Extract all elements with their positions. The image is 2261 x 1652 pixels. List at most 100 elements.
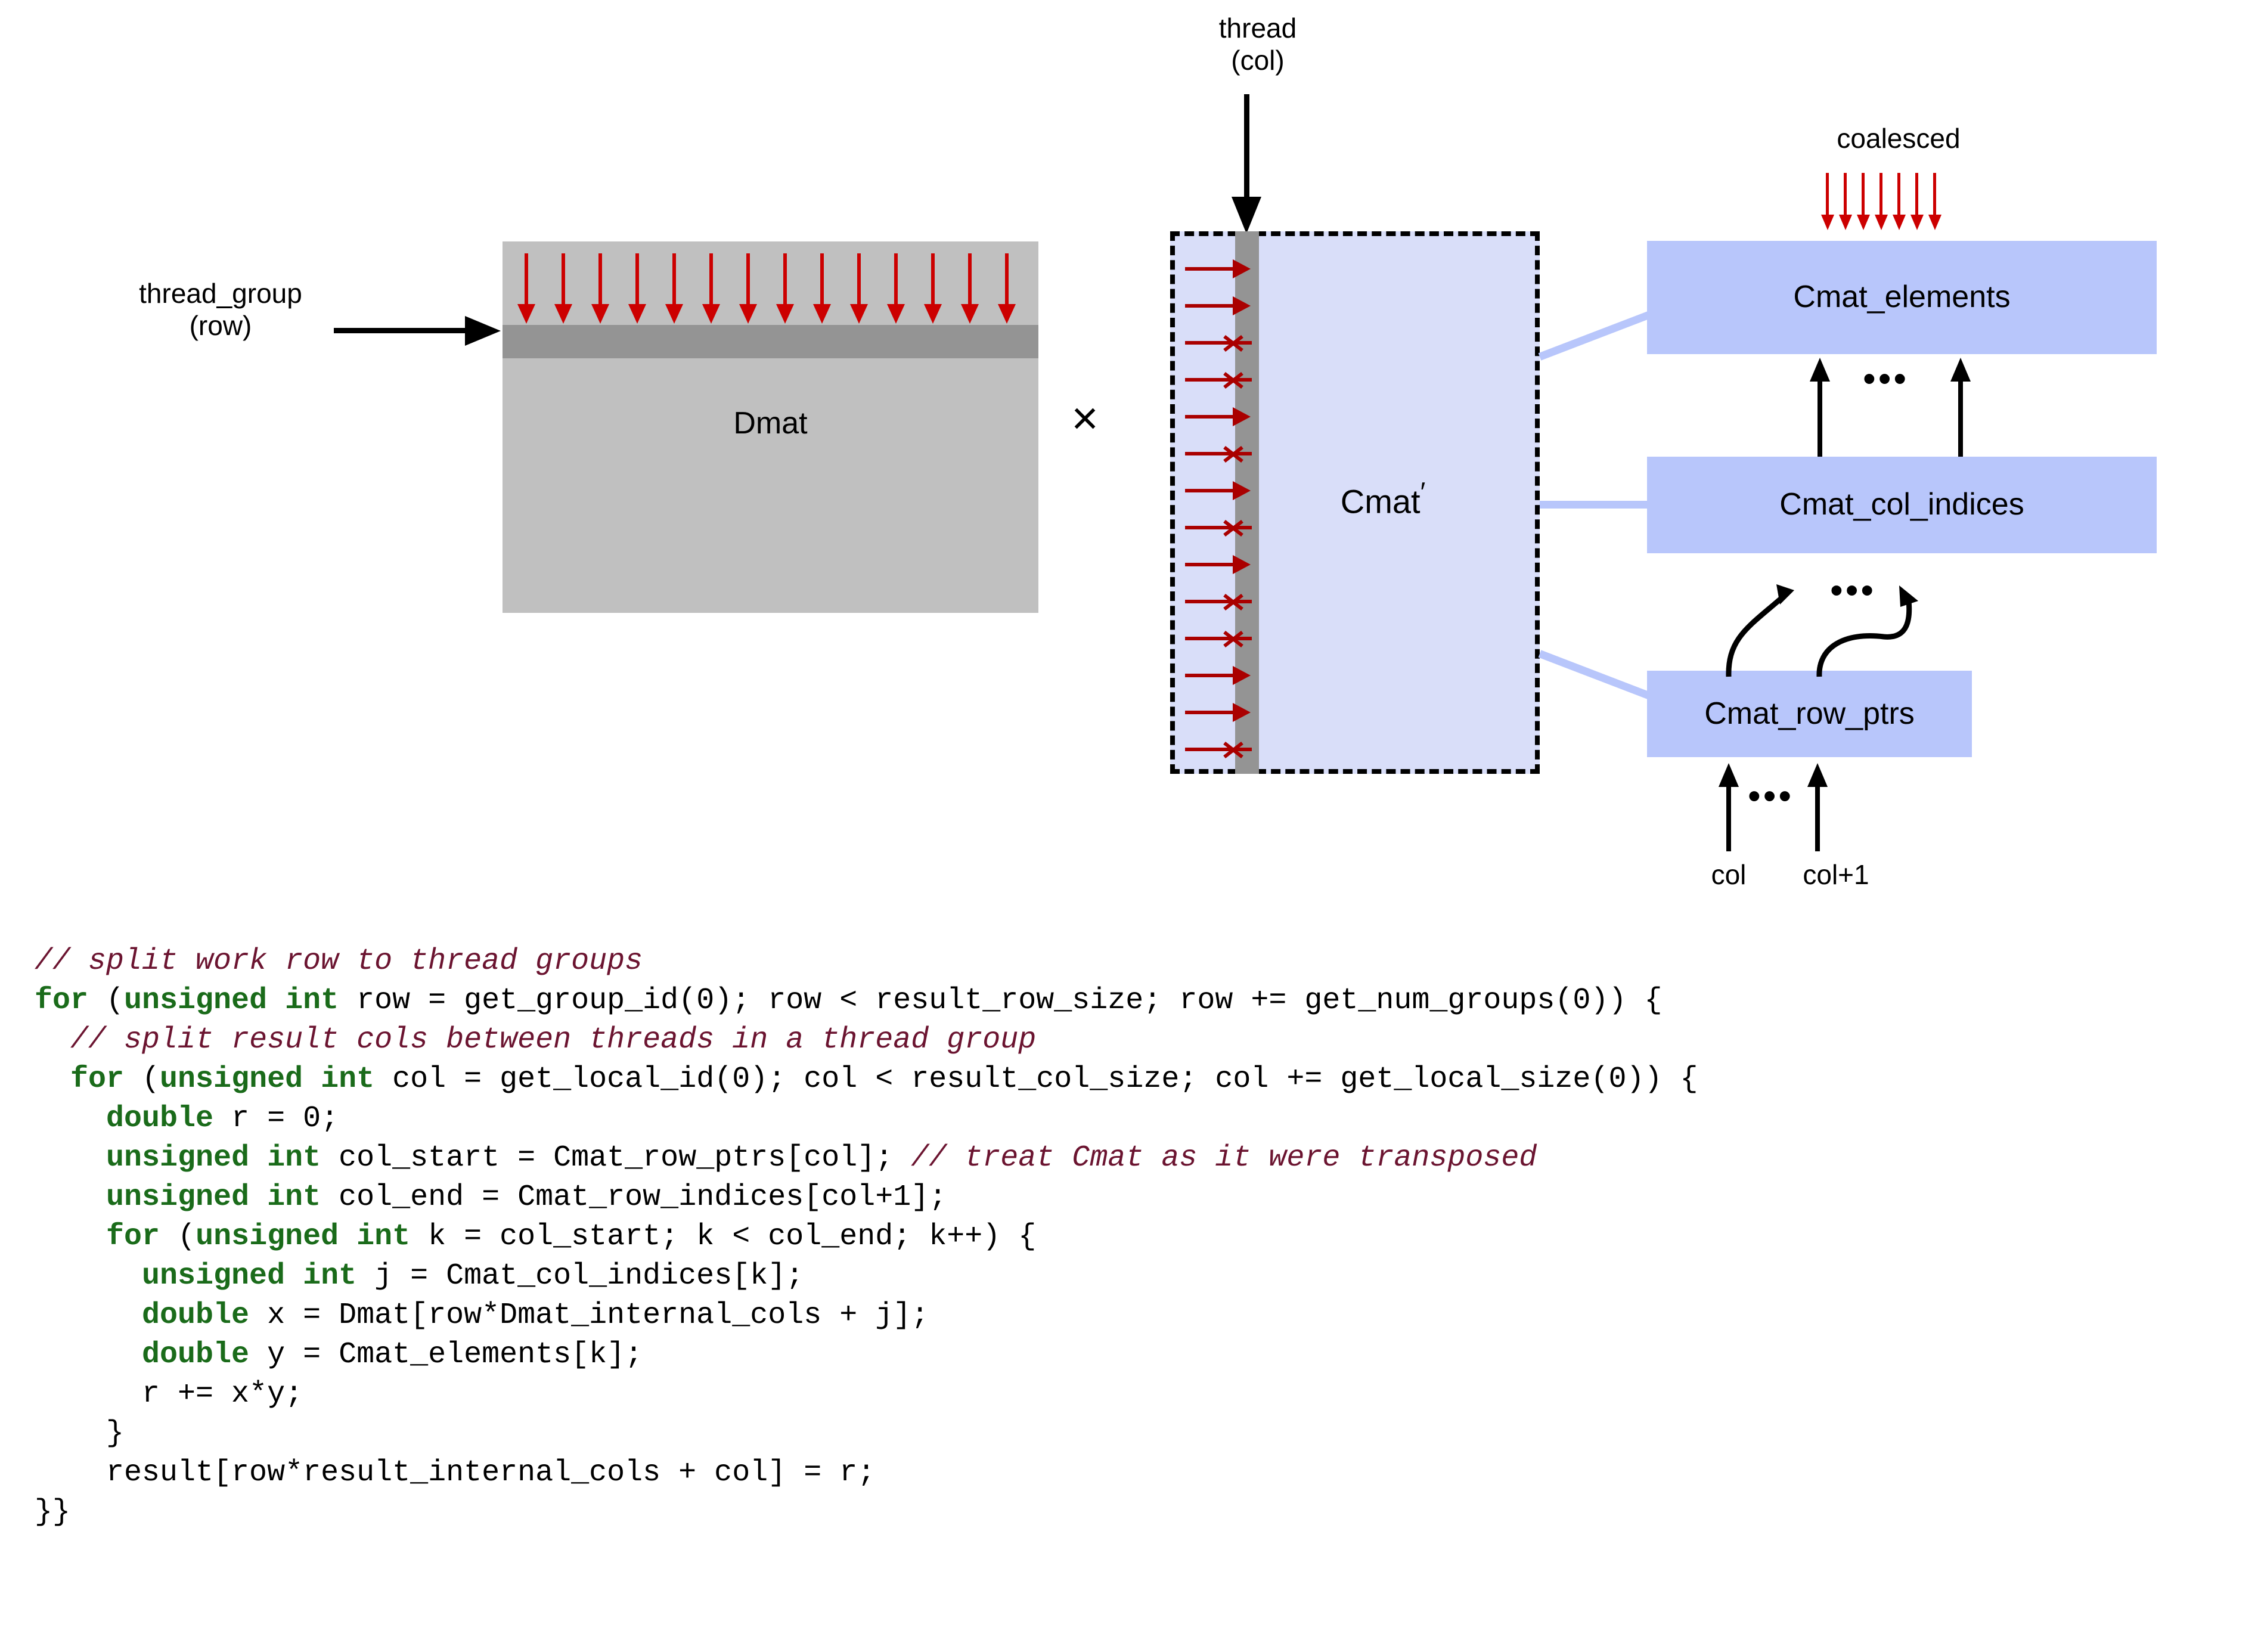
code-line: result[row*result_internal_cols + col] =… [35,1453,2240,1493]
code-keyword: double [106,1102,214,1136]
dmat-arrow-shaft [672,253,676,304]
box-cmat-row-ptrs-label: Cmat_row_ptrs [1704,696,1915,731]
arrow-colplus1-head [1807,763,1828,787]
code-text: ( [88,984,125,1018]
cmat-access-x-mark [1222,738,1245,761]
dmat-arrow-head [665,304,683,324]
connector-elements [1538,309,1655,361]
code-keyword: double [142,1338,250,1372]
dmat-arrow-head [702,304,720,324]
code-line: for (unsigned int col = get_local_id(0);… [35,1060,2240,1099]
dmat-arrow-head [739,304,757,324]
box-cmat-elements-label: Cmat_elements [1793,280,2011,315]
coalesced-arrow-head [1839,215,1852,230]
ellipsis-elements: ••• [1863,358,1909,399]
code-text: } [35,1417,125,1450]
box-cmat-col-indices-label: Cmat_col_indices [1779,487,2024,522]
coalesced-arrow-head [1875,215,1888,230]
code-line: } [35,1414,2240,1453]
cmat-access-x-mark [1222,590,1245,613]
coalesced-arrow-head [1928,215,1941,230]
code-keyword: for [106,1220,160,1254]
cmat-access-x-mark [1222,627,1245,650]
cmat-access-line [1185,711,1235,714]
code-line: }} [35,1493,2240,1532]
dmat-arrow-shaft [525,253,528,304]
code-keyword: unsigned int [160,1062,375,1096]
coalesced-label: coalesced [1837,123,1961,154]
arrow-colind-to-elements-left-shaft [1818,382,1822,457]
thread-group-label: thread_group (row) [139,278,302,342]
code-line: // split work row to thread groups [35,942,2240,981]
code-text: r = 0; [213,1102,339,1136]
cmat-access-line [1185,489,1235,492]
arrow-col-head [1719,763,1739,787]
dmat-arrow-shaft [968,253,972,304]
dmat-arrow-shaft [562,253,565,304]
dmat-arrow-shaft [598,253,602,304]
dmat-arrow-head [924,304,942,324]
dmat-arrow-shaft [709,253,713,304]
coalesced-arrow-head [1821,215,1834,230]
coalesced-arrow-shaft [1879,173,1882,215]
code-line: unsigned int j = Cmat_col_indices[k]; [35,1257,2240,1296]
dmat-arrow-shaft [857,253,861,304]
code-text: j = Cmat_col_indices[k]; [356,1259,804,1293]
code-line: double r = 0; [35,1099,2240,1139]
cmat-label: Cmat′ [1258,476,1508,522]
dmat-arrow-head [961,304,979,324]
code-keyword: unsigned int [196,1220,411,1254]
dmat-arrow-head [998,304,1016,324]
multiply-symbol: × [1071,392,1099,444]
dmat-arrow-head [776,304,794,324]
arrow-colplus1-shaft [1815,787,1820,851]
code-block: // split work row to thread groups for (u… [35,942,2240,1532]
arrow-col-shaft [1726,787,1731,851]
cmat-access-arrow-head [1233,296,1251,315]
dmat-label: Dmat [733,406,808,441]
dmat-arrow-shaft [635,253,639,304]
cmat-access-x-mark [1222,331,1245,354]
coalesced-arrow-shaft [1915,173,1918,215]
coalesced-arrow-head [1893,215,1906,230]
arrow-colind-to-elements-right-shaft [1958,382,1963,457]
code-line: double x = Dmat[row*Dmat_internal_cols +… [35,1296,2240,1335]
code-text: ( [160,1220,196,1254]
coalesced-arrow-head [1857,215,1870,230]
box-cmat-col-indices: Cmat_col_indices [1647,457,2157,553]
thread-col-label: thread (col) [1218,13,1297,76]
cmat-access-line [1185,563,1235,566]
dmat-arrow-head [813,304,831,324]
cmat-access-arrow-head [1233,703,1251,722]
coalesced-arrow-head [1910,215,1924,230]
code-keyword: unsigned int [142,1259,357,1293]
dmat-arrow-head [591,304,609,324]
cmat-access-arrow-head [1233,555,1251,574]
index-label-col-plus-1: col+1 [1803,859,1869,890]
code-text: y = Cmat_elements[k]; [249,1338,643,1372]
cmat-access-line [1185,304,1235,308]
cmat-access-line [1185,267,1235,271]
cmat-prime-mark: ′ [1420,476,1426,507]
cmat-access-arrow-head [1233,666,1251,685]
code-text: col_start = Cmat_row_ptrs[col]; [321,1141,911,1175]
code-comment: // split work row to thread groups [35,944,643,978]
connector-col-indices [1540,501,1653,509]
code-text: result[row*result_internal_cols + col] =… [35,1456,876,1490]
cmat-access-arrow-head [1233,481,1251,500]
code-keyword: for [35,984,89,1018]
dmat-arrow-shaft [1005,253,1009,304]
ellipsis-row-ptrs: ••• [1748,776,1794,817]
code-line: unsigned int col_end = Cmat_row_indices[… [35,1178,2240,1217]
dmat-arrow-shaft [746,253,750,304]
code-keyword: double [142,1298,250,1332]
code-text: col = get_local_id(0); col < result_col_… [374,1062,1698,1096]
code-line: double y = Cmat_elements[k]; [35,1335,2240,1375]
code-comment: // split result cols between threads in … [70,1023,1037,1057]
arrow-colind-to-elements-left-head [1810,358,1830,382]
